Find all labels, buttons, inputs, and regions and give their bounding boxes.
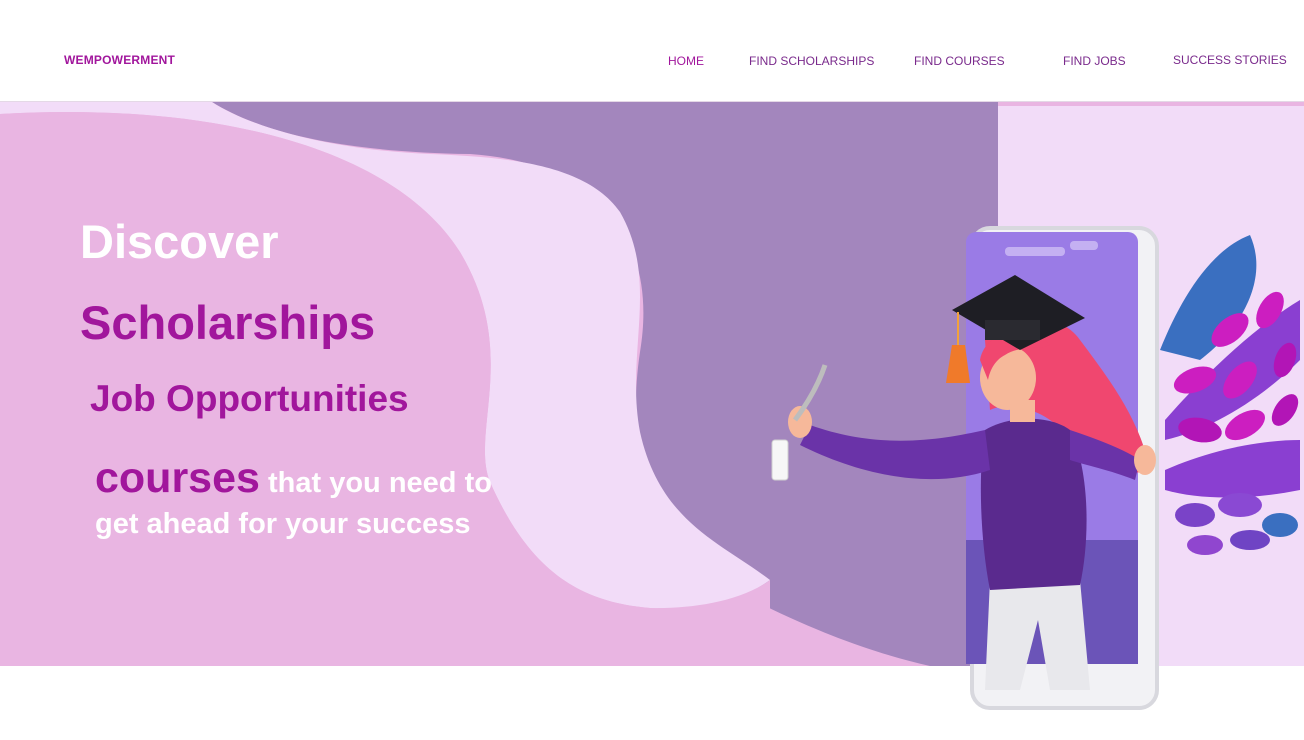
hero-tagline: courses that you need to get ahead for y… bbox=[95, 457, 535, 545]
hand-right bbox=[1134, 445, 1156, 475]
nav-home[interactable]: HOME bbox=[668, 54, 704, 68]
hero-scholarships: Scholarships bbox=[80, 296, 376, 349]
nav-find-courses[interactable]: FIND COURSES bbox=[914, 54, 1005, 68]
nav-find-scholarships[interactable]: FIND SCHOLARSHIPS bbox=[749, 54, 874, 68]
graduate-woman-illustration bbox=[771, 226, 1300, 710]
nav-success-stories[interactable]: SUCCESS STORIES bbox=[1173, 53, 1287, 67]
nav-find-jobs[interactable]: FIND JOBS bbox=[1063, 54, 1126, 68]
brand-logo[interactable]: WEMPOWERMENT bbox=[64, 53, 175, 67]
leaf-plant-illustration bbox=[1160, 235, 1300, 555]
hero-discover: Discover bbox=[80, 215, 279, 268]
top-navbar: WEMPOWERMENT HOME FIND SCHOLARSHIPS FIND… bbox=[0, 0, 1304, 102]
arm-left bbox=[800, 425, 990, 480]
hero-courses: courses bbox=[95, 454, 260, 502]
hero-job-opportunities: Job Opportunities bbox=[90, 378, 409, 419]
